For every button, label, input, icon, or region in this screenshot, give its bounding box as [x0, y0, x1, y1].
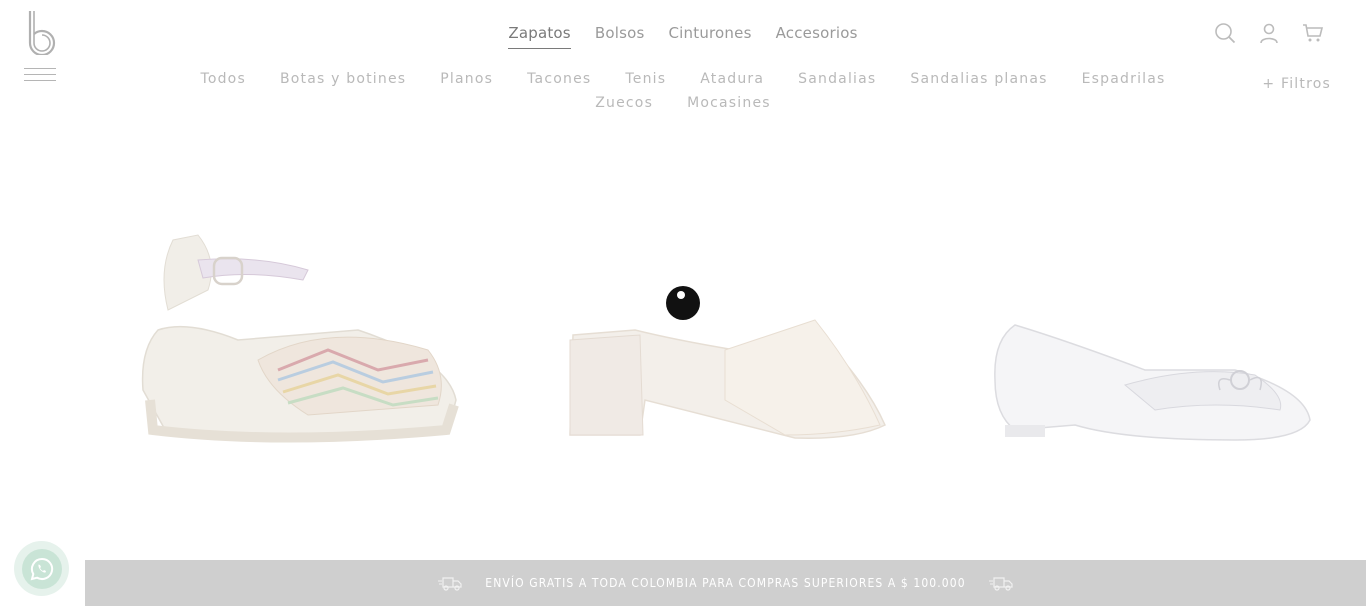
subcategory-planos[interactable]: Planos [440, 70, 493, 88]
subcategory-botas-y-botines[interactable]: Botas y botines [280, 70, 406, 88]
delivery-truck-icon [988, 577, 1013, 591]
subcategory-mocasines[interactable]: Mocasines [687, 94, 771, 112]
category-zapatos[interactable]: Zapatos [508, 22, 571, 49]
promo-text: ENVÍO GRATIS A TODA COLOMBIA PARA COMPRA… [485, 576, 966, 590]
user-icon[interactable] [1258, 22, 1280, 44]
free-shipping-banner: ENVÍO GRATIS A TODA COLOMBIA PARA COMPRA… [85, 560, 1366, 606]
header-actions [1214, 22, 1324, 44]
product-card-espadrille-wedge[interactable] [128, 200, 468, 470]
menu-hamburger-icon[interactable] [24, 68, 56, 84]
category-cinturones[interactable]: Cinturones [668, 22, 751, 49]
product-card-ballet-flat[interactable] [985, 200, 1325, 470]
subcategory-todos[interactable]: Todos [200, 70, 245, 88]
category-nav: Zapatos Bolsos Cinturones Accesorios [0, 22, 1366, 49]
subcategory-tacones[interactable]: Tacones [527, 70, 591, 88]
product-card-block-heel-mule[interactable] [555, 200, 895, 470]
subcategory-zuecos[interactable]: Zuecos [595, 94, 653, 112]
subcategory-sandalias-planas[interactable]: Sandalias planas [910, 70, 1047, 88]
whatsapp-button[interactable] [14, 541, 69, 596]
loading-spinner-icon [666, 286, 700, 320]
subcategory-espadrilas[interactable]: Espadrilas [1082, 70, 1166, 88]
category-bolsos[interactable]: Bolsos [595, 22, 645, 49]
cart-icon[interactable] [1302, 22, 1324, 44]
delivery-truck-icon [438, 577, 462, 591]
whatsapp-icon [21, 548, 62, 589]
subcategory-nav: Todos Botas y botines Planos Tacones Ten… [160, 70, 1206, 112]
filters-button[interactable]: + Filtros [1262, 76, 1331, 92]
ballet-flat-image [994, 324, 1311, 441]
subcategory-atadura[interactable]: Atadura [700, 70, 764, 88]
block-heel-mule-image [569, 319, 886, 439]
search-icon[interactable] [1214, 22, 1236, 44]
subcategory-tenis[interactable]: Tenis [625, 70, 666, 88]
category-accesorios[interactable]: Accesorios [776, 22, 858, 49]
espadrille-wedge-image [141, 234, 459, 443]
subcategory-sandalias[interactable]: Sandalias [798, 70, 876, 88]
